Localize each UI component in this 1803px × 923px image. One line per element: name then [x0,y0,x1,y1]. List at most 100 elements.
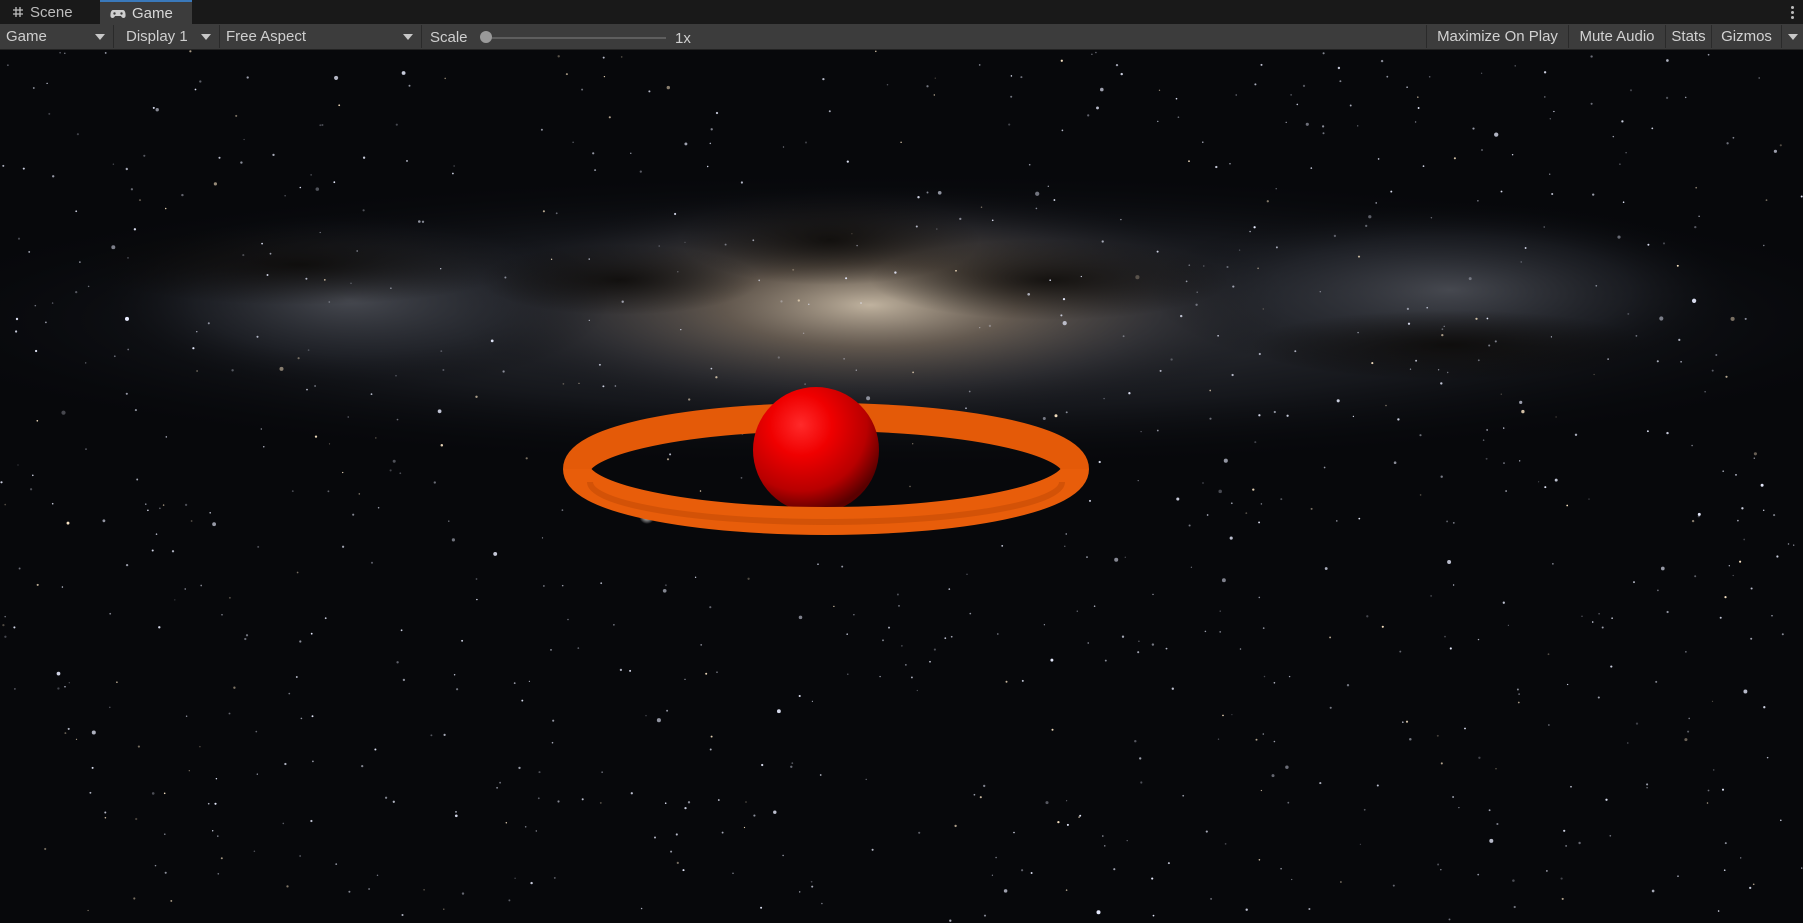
star [865,778,867,781]
star [199,80,202,83]
scale-value: 1x [675,30,691,47]
gamepad-icon [110,8,126,19]
star [1291,878,1293,881]
star [245,634,249,637]
star [553,876,556,879]
star [1357,255,1361,258]
star [1415,359,1418,362]
maximize-on-play-button[interactable]: Maximize On Play [1426,25,1568,48]
gizmos-button[interactable]: Gizmos [1711,25,1781,48]
star [75,210,78,213]
tab-game[interactable]: Game [100,0,192,24]
star [1255,738,1258,741]
star [29,488,33,491]
star [949,919,952,922]
star [84,362,87,364]
star [1021,679,1024,682]
tab-scene[interactable]: Scene [2,0,99,24]
star [217,872,220,875]
star [1489,838,1494,843]
star [882,639,884,642]
star [912,443,914,445]
star [687,801,691,804]
star [1724,842,1727,845]
star [1422,165,1425,167]
star [1452,796,1455,798]
display-dropdown[interactable]: Display 1 [120,25,220,48]
star [91,730,96,735]
star [135,817,138,821]
star [162,504,165,506]
stats-button[interactable]: Stats [1665,25,1711,48]
star [1231,713,1233,716]
star [189,50,192,53]
star [348,890,351,893]
star [747,577,750,580]
star [1239,648,1242,650]
star [1140,430,1142,433]
star [1744,317,1747,320]
star [1660,566,1665,571]
star [233,686,236,689]
aspect-dropdown[interactable]: Free Aspect [220,25,422,48]
star [567,618,569,621]
star [231,369,234,372]
star [804,383,806,385]
star [1447,371,1449,374]
star [1763,706,1766,709]
star [1511,153,1514,156]
star [710,128,713,131]
star [1440,382,1443,385]
star [1120,72,1123,76]
star [421,220,425,223]
star [1156,250,1159,253]
star [1538,481,1540,483]
star [1635,722,1639,725]
star [1151,877,1154,880]
star [260,428,262,430]
star [1519,400,1523,404]
star [490,339,494,343]
scale-slider-handle[interactable] [480,31,492,43]
star [461,892,465,895]
star [537,797,540,800]
star [1409,737,1412,741]
star [552,719,555,722]
star [4,503,7,506]
gizmos-dropdown[interactable] [1781,25,1803,48]
star [291,490,294,492]
star [1102,835,1104,837]
star [1407,322,1411,325]
star [1001,544,1004,547]
game-viewport[interactable] [0,50,1803,923]
kebab-menu-icon[interactable] [1787,2,1797,22]
star [1229,163,1231,165]
star [256,773,258,775]
mute-audio-button[interactable]: Mute Audio [1568,25,1665,48]
star [915,225,918,228]
star [32,87,35,89]
chevron-down-icon [403,34,413,40]
star [1010,75,1013,77]
star [1047,185,1049,187]
star [1190,566,1193,568]
view-type-dropdown[interactable]: Game [0,25,114,48]
star [1138,640,1140,643]
star [1561,897,1564,900]
star [228,596,231,599]
star [521,699,524,702]
star [1122,335,1125,338]
star [1635,334,1638,337]
star [1182,794,1185,797]
star [1685,651,1687,653]
star [163,792,166,795]
star [401,71,406,75]
star [684,241,686,244]
star [1521,409,1525,414]
scale-slider-track[interactable] [486,37,666,39]
star [34,349,38,353]
star [715,111,719,115]
star [395,374,397,377]
star [392,800,395,803]
star [361,764,364,768]
